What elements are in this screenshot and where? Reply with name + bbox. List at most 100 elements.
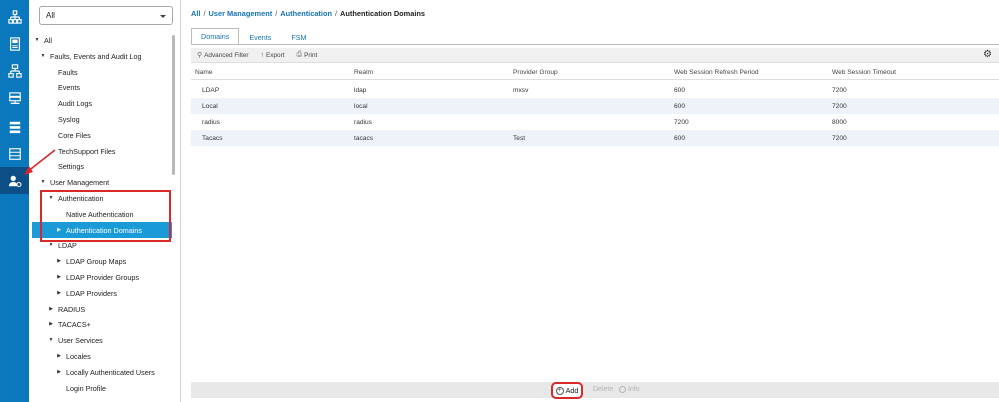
nav-tree-item[interactable]: Faults <box>47 64 78 80</box>
nav-tree-item[interactable]: ▼ User Services <box>47 332 103 348</box>
rail-lan-button[interactable] <box>0 57 29 84</box>
table-row[interactable]: LDAP ldap mxsv 600 7200 <box>191 82 999 98</box>
nav-tree-item[interactable]: Core Files <box>47 127 91 143</box>
nav-tree-label: Locally Authenticated Users <box>66 367 155 377</box>
nav-tree-item[interactable]: ▼ All <box>33 32 52 48</box>
breadcrumb-current: Authentication Domains <box>340 9 426 18</box>
nav-tree-item[interactable]: ▼ User Management <box>39 174 110 190</box>
column-header-refresh-period[interactable]: Web Session Refresh Period <box>674 69 759 76</box>
nav-scrollbar[interactable] <box>172 35 175 175</box>
table-grid-icon <box>8 147 21 160</box>
expand-down-icon[interactable]: ▼ <box>47 337 55 343</box>
nav-tree-label: LDAP Provider Groups <box>66 272 139 282</box>
tab-bar: Domains Events FSM <box>191 28 317 45</box>
print-button[interactable]: ⎙ Print <box>297 51 318 59</box>
cell-session-timeout: 8000 <box>832 119 847 126</box>
expand-down-icon[interactable]: ▼ <box>39 179 47 185</box>
cell-provider-group: Test <box>513 135 526 142</box>
nav-tree-item[interactable]: ▶ LDAP Group Maps <box>55 253 126 269</box>
expand-down-icon[interactable]: ▼ <box>47 242 55 248</box>
cell-name: Local <box>202 103 218 110</box>
nav-tree-item[interactable]: ▶ Locally Authenticated Users <box>55 364 155 380</box>
nav-tree-label: Core Files <box>58 130 91 140</box>
expand-down-icon[interactable]: ▼ <box>39 53 47 59</box>
expand-down-icon[interactable]: ▼ <box>47 195 55 201</box>
nav-tree-label: Syslog <box>58 114 80 124</box>
main-content: All / User Management / Authentication / Authe… <box>182 0 999 402</box>
rail-equipment-button[interactable] <box>0 30 29 57</box>
nav-filter-dropdown[interactable]: All <box>39 6 173 25</box>
breadcrumb-link-all[interactable]: All <box>191 9 200 18</box>
add-label: Add <box>565 386 579 395</box>
expand-right-icon[interactable]: ▶ <box>55 274 63 280</box>
nav-tree-item[interactable]: Events <box>47 79 80 95</box>
advanced-filter-label: Advanced Filter <box>204 51 249 59</box>
rail-network-button[interactable] <box>0 3 29 30</box>
nav-tree-item[interactable]: Syslog <box>47 111 80 127</box>
nav-tree-label: LDAP Providers <box>66 288 118 298</box>
expand-right-icon[interactable]: ▶ <box>55 353 63 359</box>
gear-icon[interactable]: ⚙ <box>983 49 992 60</box>
table-toolbar: ⚲ Advanced Filter ↑ Export ⎙ Print ⚙ <box>191 48 999 63</box>
nav-tree-item[interactable]: ▶ RADIUS <box>47 301 85 317</box>
nav-filter-value: All <box>46 11 55 20</box>
delete-button[interactable]: Delete <box>593 386 613 393</box>
nav-tree-item[interactable]: Native Authentication <box>55 206 134 222</box>
cell-name: LDAP <box>202 87 220 94</box>
expand-right-icon[interactable]: ▶ <box>55 290 63 296</box>
rail-admin-button[interactable] <box>0 167 29 194</box>
rail-chassis-button[interactable] <box>0 113 29 140</box>
column-header-realm[interactable]: Realm <box>354 69 373 76</box>
nav-tree-item[interactable]: ▼ LDAP <box>47 237 77 253</box>
nav-tree-item[interactable]: TechSupport Files <box>47 143 116 159</box>
tab-fsm[interactable]: FSM <box>281 28 316 45</box>
breadcrumb-link-authentication[interactable]: Authentication <box>280 9 332 18</box>
tab-domains[interactable]: Domains <box>191 28 240 45</box>
add-button[interactable]: + Add <box>551 382 583 399</box>
breadcrumb-separator: / <box>334 9 338 18</box>
breadcrumb-link-user-management[interactable]: User Management <box>209 9 273 18</box>
column-header-provider-group[interactable]: Provider Group <box>513 69 558 76</box>
column-header-name[interactable]: Name <box>195 69 213 76</box>
expand-right-icon[interactable]: ▶ <box>55 369 63 375</box>
chevron-down-icon <box>160 15 166 18</box>
nav-tree-item[interactable]: ▶ LDAP Provider Groups <box>55 269 139 285</box>
navigation-panel: All ▼ All ▼ Faults, Events and Audit Log Fau… <box>29 0 181 402</box>
export-button[interactable]: ↑ Export <box>261 52 285 59</box>
table-row[interactable]: radius radius 7200 8000 <box>191 114 999 130</box>
export-label: Export <box>266 51 285 59</box>
column-header-session-timeout[interactable]: Web Session Timeout <box>832 69 896 76</box>
nav-tree-item[interactable]: ▶ TACACS+ <box>47 316 91 332</box>
tab-events[interactable]: Events <box>239 28 281 45</box>
nav-tree-item[interactable]: ▼ Faults, Events and Audit Log <box>39 48 142 64</box>
table-row[interactable]: Local local 600 7200 <box>191 98 999 114</box>
expand-right-icon[interactable]: ▶ <box>55 258 63 264</box>
nav-tree-label: Settings <box>58 161 84 171</box>
rail-storage-button[interactable] <box>0 85 29 112</box>
nav-tree-item[interactable]: ▶ Authentication Domains <box>32 222 172 238</box>
expand-right-icon[interactable]: ▶ <box>55 227 63 233</box>
advanced-filter-button[interactable]: ⚲ Advanced Filter <box>197 51 249 60</box>
admin-user-gear-icon <box>8 175 21 187</box>
expand-down-icon[interactable]: ▼ <box>33 37 41 43</box>
nav-tree-item[interactable]: Settings <box>47 158 84 174</box>
nav-tree-item[interactable]: Audit Logs <box>47 95 92 111</box>
export-arrow-icon: ↑ <box>260 51 265 59</box>
nav-tree-label: LDAP Group Maps <box>66 256 127 266</box>
nav-tree-label: Authentication <box>58 193 104 203</box>
rail-vm-button[interactable] <box>0 140 29 167</box>
nav-tree-label: Audit Logs <box>58 98 92 108</box>
nav-tree-item[interactable]: ▶ Locales <box>55 348 91 364</box>
cell-session-timeout: 7200 <box>832 103 847 110</box>
nav-tree-label: LDAP <box>58 240 77 250</box>
cell-refresh-period: 600 <box>674 103 686 110</box>
expand-right-icon[interactable]: ▶ <box>47 321 55 327</box>
nav-tree-item[interactable]: Login Profile <box>55 380 106 396</box>
nav-tree-item[interactable]: ▼ Authentication <box>47 190 104 206</box>
info-label: Info <box>628 386 640 393</box>
table-row[interactable]: Tacacs tacacs Test 600 7200 <box>191 130 999 146</box>
expand-right-icon[interactable]: ▶ <box>47 306 55 312</box>
nav-tree-item[interactable]: ▶ LDAP Providers <box>55 285 117 301</box>
info-button[interactable]: Info <box>619 386 640 393</box>
table-action-bar: + Add Delete Info <box>191 382 999 399</box>
